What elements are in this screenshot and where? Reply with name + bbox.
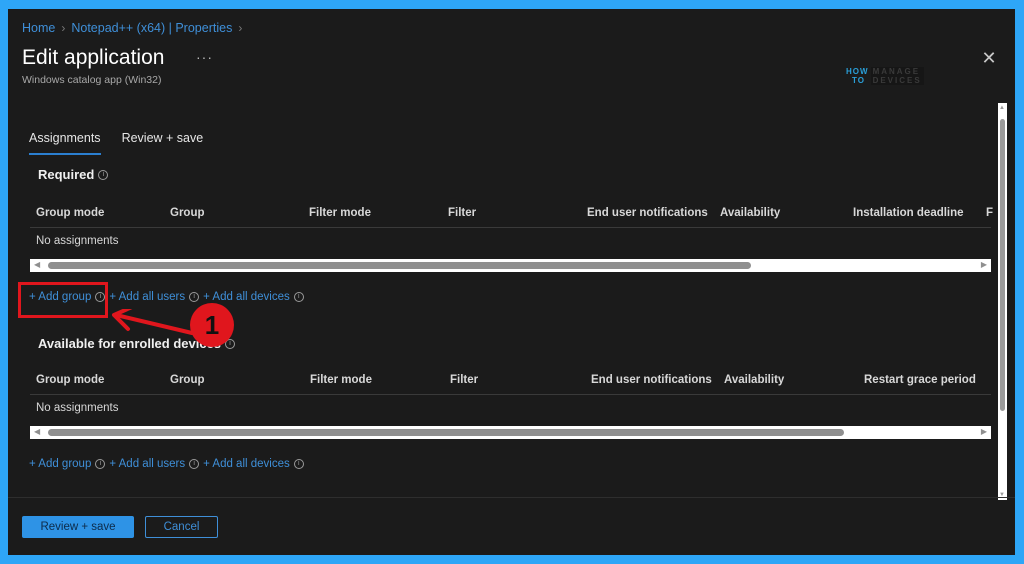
section-title-text: Required — [38, 167, 95, 182]
column-header[interactable]: Group mode — [36, 374, 104, 386]
page-title: Edit application — [22, 46, 165, 69]
chevron-right-icon: › — [238, 21, 243, 35]
column-header[interactable]: End user notifications — [587, 207, 708, 219]
scroll-right-icon[interactable]: ▶ — [981, 260, 987, 269]
annotation-step-badge: 1 — [190, 303, 234, 347]
column-header[interactable]: Group mode — [36, 207, 104, 219]
scroll-up-icon[interactable]: ▲ — [999, 105, 1005, 111]
horizontal-scrollbar[interactable]: ◀ ▶ — [30, 259, 991, 272]
column-header[interactable]: F — [986, 207, 993, 219]
close-icon[interactable]: ✕ — [981, 49, 997, 67]
info-icon[interactable]: i — [189, 292, 200, 302]
column-header[interactable]: Filter mode — [309, 207, 371, 219]
info-icon[interactable]: i — [98, 169, 109, 180]
table-header: Group mode Group Filter mode Filter End … — [30, 200, 993, 228]
add-all-users-link[interactable]: + Add all users — [109, 291, 185, 303]
watermark-how: HOW — [846, 67, 869, 76]
column-header[interactable]: Availability — [724, 374, 784, 386]
tab-assignments[interactable]: Assignments — [29, 131, 101, 155]
breadcrumb-home[interactable]: Home — [22, 21, 55, 35]
page-subtitle: Windows catalog app (Win32) — [22, 74, 162, 86]
column-header[interactable]: Availability — [720, 207, 780, 219]
more-options-icon[interactable]: ··· — [196, 49, 213, 65]
breadcrumb: Home › Notepad++ (x64) | Properties › — [22, 21, 242, 35]
table-header: Group mode Group Filter mode Filter End … — [30, 367, 991, 395]
required-assignments-table: Group mode Group Filter mode Filter End … — [30, 200, 993, 272]
tab-review-save[interactable]: Review + save — [122, 131, 204, 155]
table-row-empty: No assignments — [36, 402, 119, 414]
horizontal-scroll-thumb[interactable] — [48, 429, 844, 436]
review-save-button[interactable]: Review + save — [22, 516, 134, 538]
horizontal-scroll-thumb[interactable] — [48, 262, 751, 269]
column-header[interactable]: Group — [170, 207, 205, 219]
horizontal-scrollbar[interactable]: ◀ ▶ — [30, 426, 991, 439]
section-required-title: Required i — [38, 167, 109, 182]
column-header[interactable]: Restart grace period — [864, 374, 976, 386]
column-header[interactable]: End user notifications — [591, 374, 712, 386]
watermark-to: TO — [852, 76, 865, 85]
column-header[interactable]: Filter — [448, 207, 476, 219]
annotation-highlight-box — [18, 282, 108, 318]
watermark-logo: HOW TO MANAGE DEVICES — [846, 67, 924, 85]
vertical-scrollbar[interactable]: ▲ ▼ — [998, 103, 1007, 500]
info-icon[interactable]: i — [293, 292, 304, 302]
info-icon[interactable]: i — [293, 459, 304, 469]
tab-bar: Assignments Review + save — [29, 131, 203, 155]
add-group-link[interactable]: + Add group — [29, 458, 91, 470]
footer-divider — [8, 497, 1015, 498]
info-icon[interactable]: i — [95, 459, 106, 469]
table-row-empty: No assignments — [36, 235, 119, 247]
add-all-devices-link[interactable]: + Add all devices — [203, 291, 290, 303]
scroll-left-icon[interactable]: ◀ — [34, 427, 40, 436]
available-add-links: + Add group i + Add all users i + Add all … — [29, 458, 304, 470]
add-all-devices-link[interactable]: + Add all devices — [203, 458, 290, 470]
cancel-button[interactable]: Cancel — [145, 516, 218, 538]
column-header[interactable]: Filter — [450, 374, 478, 386]
info-icon[interactable]: i — [189, 459, 200, 469]
vertical-scroll-thumb[interactable] — [1000, 119, 1005, 411]
chevron-right-icon: › — [61, 21, 66, 35]
column-header[interactable]: Installation deadline — [853, 207, 964, 219]
watermark-devices: DEVICES — [872, 76, 922, 85]
edit-application-panel: Home › Notepad++ (x64) | Properties › Ed… — [8, 9, 1015, 555]
add-all-users-link[interactable]: + Add all users — [109, 458, 185, 470]
column-header[interactable]: Filter mode — [310, 374, 372, 386]
available-assignments-table: Group mode Group Filter mode Filter End … — [30, 367, 991, 439]
scroll-left-icon[interactable]: ◀ — [34, 260, 40, 269]
annotation-arrow-icon — [112, 309, 194, 335]
breadcrumb-app-properties[interactable]: Notepad++ (x64) | Properties — [71, 21, 232, 35]
watermark-manage: MANAGE — [872, 67, 921, 76]
column-header[interactable]: Group — [170, 374, 205, 386]
scroll-right-icon[interactable]: ▶ — [981, 427, 987, 436]
